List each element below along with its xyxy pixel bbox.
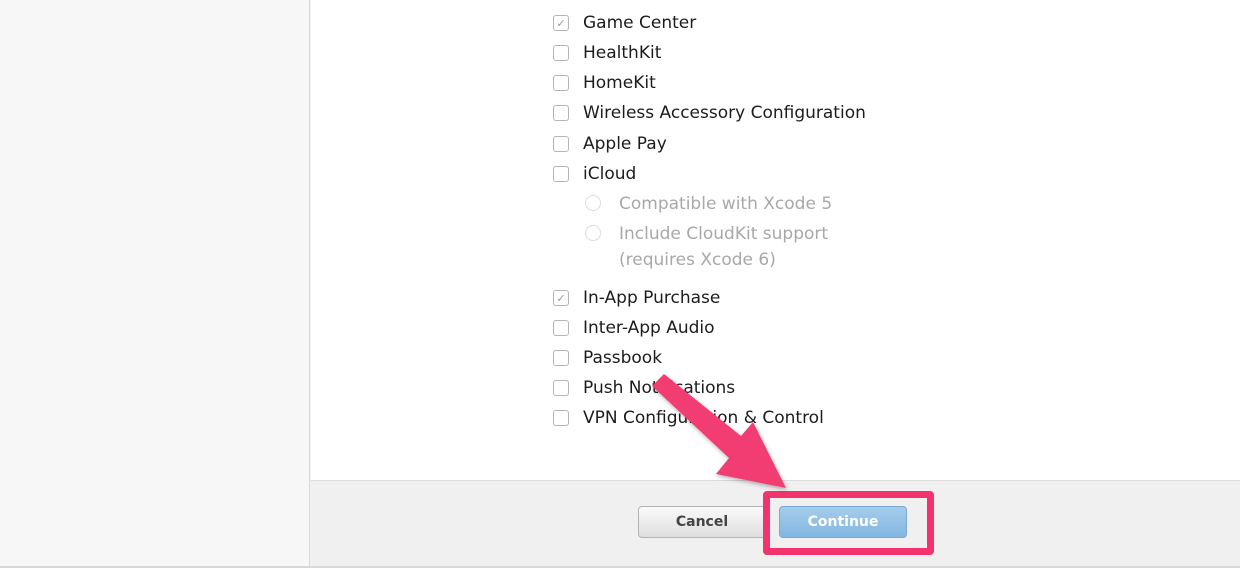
checkbox[interactable] [553,105,569,121]
highlight-box [763,491,934,555]
checkbox[interactable] [553,136,569,152]
checkbox[interactable] [553,45,569,61]
capability-homekit[interactable]: HomeKit [553,70,656,96]
checkbox[interactable] [553,320,569,336]
capability-label: Passbook [583,348,663,368]
capability-label: Wireless Accessory Configuration [583,103,866,123]
option-label-line2: (requires Xcode 6) [619,250,776,270]
icloud-option-xcode5: Compatible with Xcode 5 [585,191,832,217]
capability-vpn[interactable]: VPN Configuration & Control [553,405,824,431]
capability-passbook[interactable]: Passbook [553,345,662,371]
checkbox[interactable] [553,166,569,182]
sidebar [0,0,310,566]
option-label: Include CloudKit support (requires Xcode… [619,221,828,273]
checkbox[interactable] [553,410,569,426]
capability-label: Game Center [583,13,697,33]
checkmark-icon: ✓ [556,291,566,305]
capability-label: HealthKit [583,43,662,63]
radio-button [585,195,601,211]
capability-in-app-purchase[interactable]: ✓ In-App Purchase [553,285,720,311]
capability-label: HomeKit [583,73,656,93]
checkmark-icon: ✓ [556,16,566,30]
capability-inter-app-audio[interactable]: Inter-App Audio [553,315,715,341]
capability-label: In-App Purchase [583,288,721,308]
capability-wireless-accessory[interactable]: Wireless Accessory Configuration [553,100,866,126]
checkbox[interactable] [553,350,569,366]
icloud-option-cloudkit: Include CloudKit support (requires Xcode… [585,221,828,273]
capability-healthkit[interactable]: HealthKit [553,40,661,66]
option-label-line1: Include CloudKit support [619,224,829,244]
checkbox[interactable]: ✓ [553,15,569,31]
capability-label: iCloud [583,164,637,184]
capability-label: Push Notifications [583,378,736,398]
checkbox[interactable]: ✓ [553,290,569,306]
checkbox[interactable] [553,380,569,396]
capability-label: Inter-App Audio [583,318,715,338]
checkbox[interactable] [553,75,569,91]
option-label: Compatible with Xcode 5 [619,194,833,214]
capability-icloud[interactable]: iCloud [553,161,636,187]
cancel-button[interactable]: Cancel [638,506,766,538]
capability-game-center[interactable]: ✓ Game Center [553,10,696,36]
capability-push-notifications[interactable]: Push Notifications [553,375,735,401]
capability-label: VPN Configuration & Control [583,408,824,428]
capability-label: Apple Pay [583,134,667,154]
capabilities-panel: ✓ Game Center HealthKit HomeKit Wireless… [311,0,1240,480]
radio-button [585,225,601,241]
capability-apple-pay[interactable]: Apple Pay [553,131,667,157]
